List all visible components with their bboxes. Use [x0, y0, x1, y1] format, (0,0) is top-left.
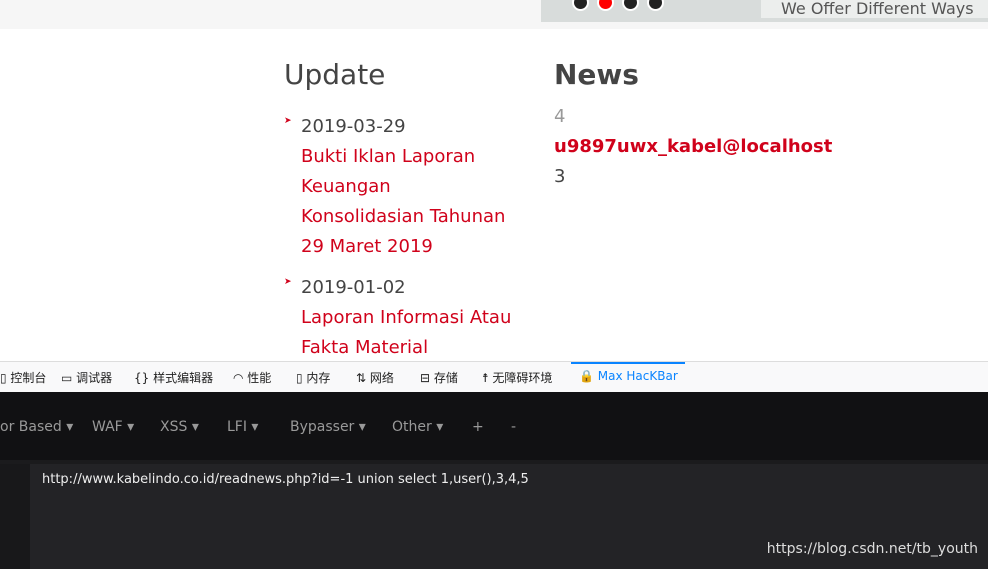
active-tab-indicator — [571, 362, 685, 364]
bullet-icon: ➤ — [284, 116, 292, 126]
tab-console[interactable]: ▯ 控制台 — [0, 369, 46, 386]
update-date: 2019-03-29 — [301, 116, 406, 137]
tab-memory[interactable]: ▯ 内存 — [296, 369, 330, 386]
slider-dot-active[interactable] — [597, 0, 614, 11]
tab-storage[interactable]: ⊟ 存储 — [420, 369, 458, 386]
tab-performance[interactable]: ◠ 性能 — [233, 369, 271, 386]
tab-max-hackbar[interactable]: 🔒 Max HacKBar — [579, 369, 678, 383]
update-link[interactable]: 29 Maret 2019 — [301, 236, 433, 257]
update-link[interactable]: Konsolidasian Tahunan — [301, 206, 505, 227]
update-link[interactable]: Bukti Iklan Laporan — [301, 146, 475, 167]
watermark: https://blog.csdn.net/tb_youth — [766, 541, 978, 557]
news-heading: News — [554, 58, 639, 91]
hackbar-panel: or Based ▾ WAF ▾ XSS ▾ LFI ▾ Bypasser ▾ … — [0, 392, 988, 569]
menu-error-based[interactable]: or Based ▾ — [0, 419, 73, 435]
news-line: 4 — [554, 106, 566, 127]
lock-icon: 🔒 — [579, 369, 594, 383]
devtools-tabbar: ▯ 控制台 ▭ 调试器 {} 样式编辑器 ◠ 性能 ▯ 内存 ⇅ 网络 ⊟ 存储… — [0, 361, 988, 393]
menu-xss[interactable]: XSS ▾ — [160, 419, 199, 435]
update-date: 2019-01-02 — [301, 277, 406, 298]
slider-dot[interactable] — [647, 0, 664, 11]
hackbar-sidebar — [0, 464, 30, 569]
tab-style-editor[interactable]: {} 样式编辑器 — [134, 369, 213, 386]
menu-other[interactable]: Other ▾ — [392, 419, 443, 435]
tab-network[interactable]: ⇅ 网络 — [356, 369, 394, 386]
menu-bypasser[interactable]: Bypasser ▾ — [290, 419, 366, 435]
news-line: 3 — [554, 166, 566, 187]
menu-lfi[interactable]: LFI ▾ — [227, 419, 258, 435]
update-link[interactable]: Keuangan — [301, 176, 391, 197]
update-link[interactable]: Laporan Informasi Atau — [301, 307, 511, 328]
add-button[interactable]: + — [472, 419, 484, 435]
slider-dot[interactable] — [572, 0, 589, 11]
update-heading: Update — [284, 58, 386, 91]
update-item: 2019-01-02 Laporan Informasi Atau Fakta … — [301, 273, 511, 363]
menu-waf[interactable]: WAF ▾ — [92, 419, 134, 435]
update-link[interactable]: Fakta Material — [301, 337, 428, 358]
slider-caption: We Offer Different Ways — [761, 0, 988, 18]
update-item: 2019-03-29 Bukti Iklan Laporan Keuangan … — [301, 112, 505, 262]
tab-debugger[interactable]: ▭ 调试器 — [61, 369, 112, 386]
top-banner-area: We Offer Different Ways — [0, 0, 988, 29]
bullet-icon: ➤ — [284, 277, 292, 287]
tab-accessibility[interactable]: ☨ 无障碍环境 — [482, 369, 552, 386]
remove-button[interactable]: - — [511, 419, 516, 435]
news-content: 4 u9897uwx_kabel@localhost 3 — [554, 102, 832, 192]
slider-dot[interactable] — [622, 0, 639, 11]
image-slider: We Offer Different Ways — [541, 0, 988, 22]
news-injected-user: u9897uwx_kabel@localhost — [554, 136, 833, 157]
